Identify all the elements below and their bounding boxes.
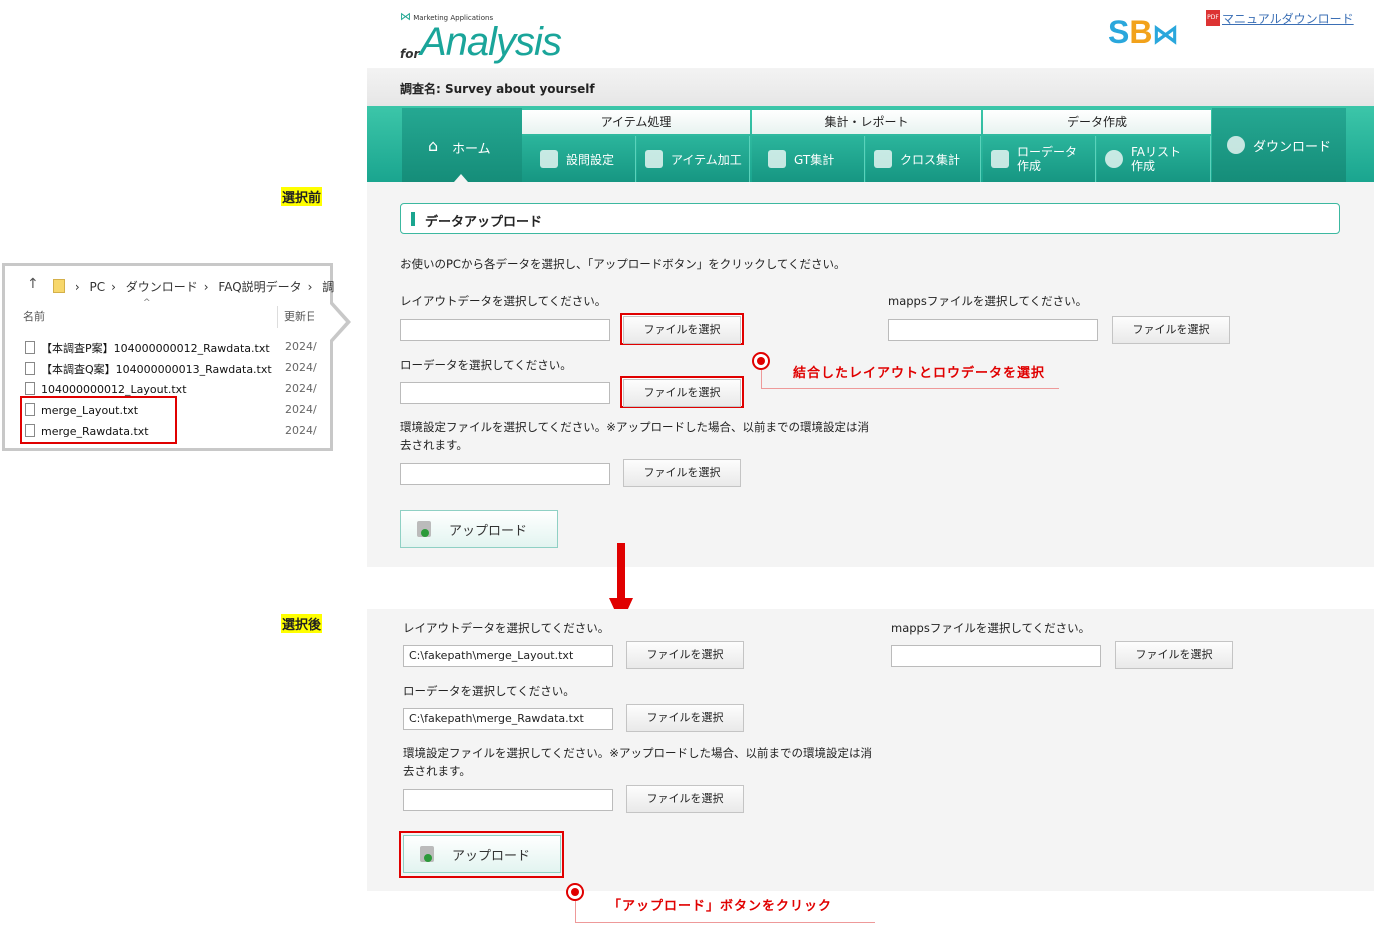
upload-button-after[interactable]: アップロード [403, 835, 561, 873]
env-label-line2: 去されます。 [400, 438, 468, 452]
file-icon [25, 362, 35, 375]
file-icon [25, 341, 35, 354]
breadcrumb-faq[interactable]: FAQ説明データ [218, 280, 301, 294]
down-arrow-shaft [617, 543, 625, 601]
question-settings-icon [540, 150, 558, 168]
mapps-choose-file-button[interactable]: ファイルを選択 [1112, 316, 1230, 344]
file-explorer-window: ↑ › PC › ダウンロード › FAQ説明データ › 調 ^ 名前 更新日 【本調… [2, 263, 334, 451]
raw-label-after: ローデータを選択してください。 [403, 684, 575, 698]
section-accent-bar [411, 212, 415, 226]
sort-caret-icon: ^ [143, 298, 151, 308]
nav-group-data-creation: データ作成 [983, 110, 1211, 134]
nav-download[interactable]: ダウンロード [1212, 108, 1346, 182]
manual-download-link[interactable]: マニュアルダウンロード [1222, 10, 1354, 27]
mapps-label-after: mappsファイルを選択してください。 [891, 621, 1091, 635]
upload-button[interactable]: アップロード [400, 510, 558, 548]
after-label: 選択後 [281, 614, 323, 633]
target-marker-icon [752, 352, 770, 370]
upload-icon [420, 846, 434, 862]
file-date: 2024/ [285, 361, 317, 374]
file-row[interactable]: 【本調査Q案】104000000013_Rawdata.txt [25, 361, 272, 377]
section-header: データアップロード [400, 203, 1340, 234]
file-row[interactable]: 104000000012_Layout.txt [25, 382, 187, 396]
env-choose-file-button-after[interactable]: ファイルを選択 [626, 785, 744, 813]
breadcrumb-pc[interactable]: PC [89, 280, 105, 294]
breadcrumb-truncated[interactable]: 調 [322, 280, 334, 294]
active-caret [454, 174, 468, 182]
click-annotation: 「アップロード」ボタンをクリック [608, 899, 833, 914]
file-icon [25, 382, 35, 395]
select-annotation: 結合したレイアウトとロウデータを選択 [793, 366, 1046, 381]
callout-tail-inner [330, 304, 346, 340]
raw-label: ローデータを選択してください。 [400, 358, 572, 372]
target-marker-icon [566, 883, 584, 901]
before-label: 選択前 [281, 187, 323, 206]
folder-icon [53, 279, 65, 293]
nav-group-item-processing: アイテム処理 [522, 110, 750, 134]
nav-cross-tabulation[interactable]: クロス集計 [866, 136, 981, 182]
upload-icon [417, 521, 431, 537]
raw-choose-file-button-after[interactable]: ファイルを選択 [626, 704, 744, 732]
pdf-icon: PDF [1206, 10, 1220, 26]
home-icon: ⌂ [428, 136, 439, 155]
breadcrumb-downloads[interactable]: ダウンロード [126, 280, 198, 294]
raw-file-input-after[interactable]: C:\fakepath\merge_Rawdata.txt [403, 708, 613, 730]
nav-rawdata-creation[interactable]: ローデータ作成 [983, 136, 1096, 182]
up-arrow-icon[interactable]: ↑ [27, 276, 39, 292]
layout-file-input-after[interactable]: C:\fakepath\merge_Layout.txt [403, 645, 613, 667]
file-date: 2024/ [285, 403, 317, 416]
nav-gt-tabulation[interactable]: GT集計 [752, 136, 865, 182]
mapps-file-input[interactable] [888, 319, 1098, 341]
mapps-file-input-after[interactable] [891, 645, 1101, 667]
sb-logo: SB⋈ [1108, 14, 1179, 50]
breadcrumb: › PC › ダウンロード › FAQ説明データ › 調 [53, 278, 340, 295]
nav-home[interactable]: ⌂ ホーム [402, 108, 522, 182]
file-date: 2024/ [285, 382, 317, 395]
nav-group-reports: 集計・レポート [752, 110, 981, 134]
file-date: 2024/ [285, 340, 317, 353]
env-label-line2-after: 去されます。 [403, 764, 471, 778]
layout-label-after: レイアウトデータを選択してください。 [403, 621, 610, 635]
cross-chart-icon [874, 150, 892, 168]
raw-choose-file-button[interactable]: ファイルを選択 [623, 379, 741, 407]
section-title: データアップロード [425, 215, 543, 230]
env-file-input[interactable] [400, 463, 610, 485]
column-divider [277, 306, 278, 328]
file-date: 2024/ [285, 424, 317, 437]
column-header-date[interactable]: 更新日 [284, 308, 314, 324]
instructions-text: お使いのPCから各データを選択し、「アップロードボタン」をクリックしてください。 [400, 257, 846, 271]
pencil-icon [645, 150, 663, 168]
annotation-stem [761, 370, 762, 388]
column-header-name[interactable]: 名前 [23, 308, 45, 324]
layout-choose-file-button-after[interactable]: ファイルを選択 [626, 641, 744, 669]
file-row[interactable]: 【本調査P案】104000000012_Rawdata.txt [25, 340, 270, 356]
annotation-underline [575, 922, 875, 923]
layout-label: レイアウトデータを選択してください。 [400, 294, 607, 308]
database-download-icon [1226, 136, 1245, 154]
table-icon [991, 150, 1009, 168]
app-logo: Analysis [420, 20, 562, 64]
gt-chart-icon [768, 150, 786, 168]
survey-title: 調査名: Survey about yourself [400, 82, 595, 96]
layout-file-input[interactable] [400, 319, 610, 341]
env-label-line1: 環境設定ファイルを選択してください。※アップロードした場合、以前までの環境設定は… [400, 420, 869, 434]
speech-bubble-icon [1105, 150, 1123, 168]
mapps-choose-file-button-after[interactable]: ファイルを選択 [1115, 641, 1233, 669]
merge-files-highlight [20, 396, 177, 444]
raw-file-input[interactable] [400, 382, 610, 404]
annotation-underline [761, 388, 1059, 389]
nav-fa-list[interactable]: FAリスト作成 [1097, 136, 1211, 182]
env-file-input-after[interactable] [403, 789, 613, 811]
env-label-line1-after: 環境設定ファイルを選択してください。※アップロードした場合、以前までの環境設定は… [403, 746, 872, 760]
layout-choose-file-button[interactable]: ファイルを選択 [623, 316, 741, 344]
nav-question-settings[interactable]: 設問設定 [522, 136, 636, 182]
nav-home-label: ホーム [452, 142, 491, 157]
env-choose-file-button[interactable]: ファイルを選択 [623, 459, 741, 487]
nav-item-processing[interactable]: アイテム加工 [637, 136, 750, 182]
logo-for: for [400, 47, 420, 61]
annotation-stem [575, 901, 576, 922]
mapps-label: mappsファイルを選択してください。 [888, 294, 1088, 308]
